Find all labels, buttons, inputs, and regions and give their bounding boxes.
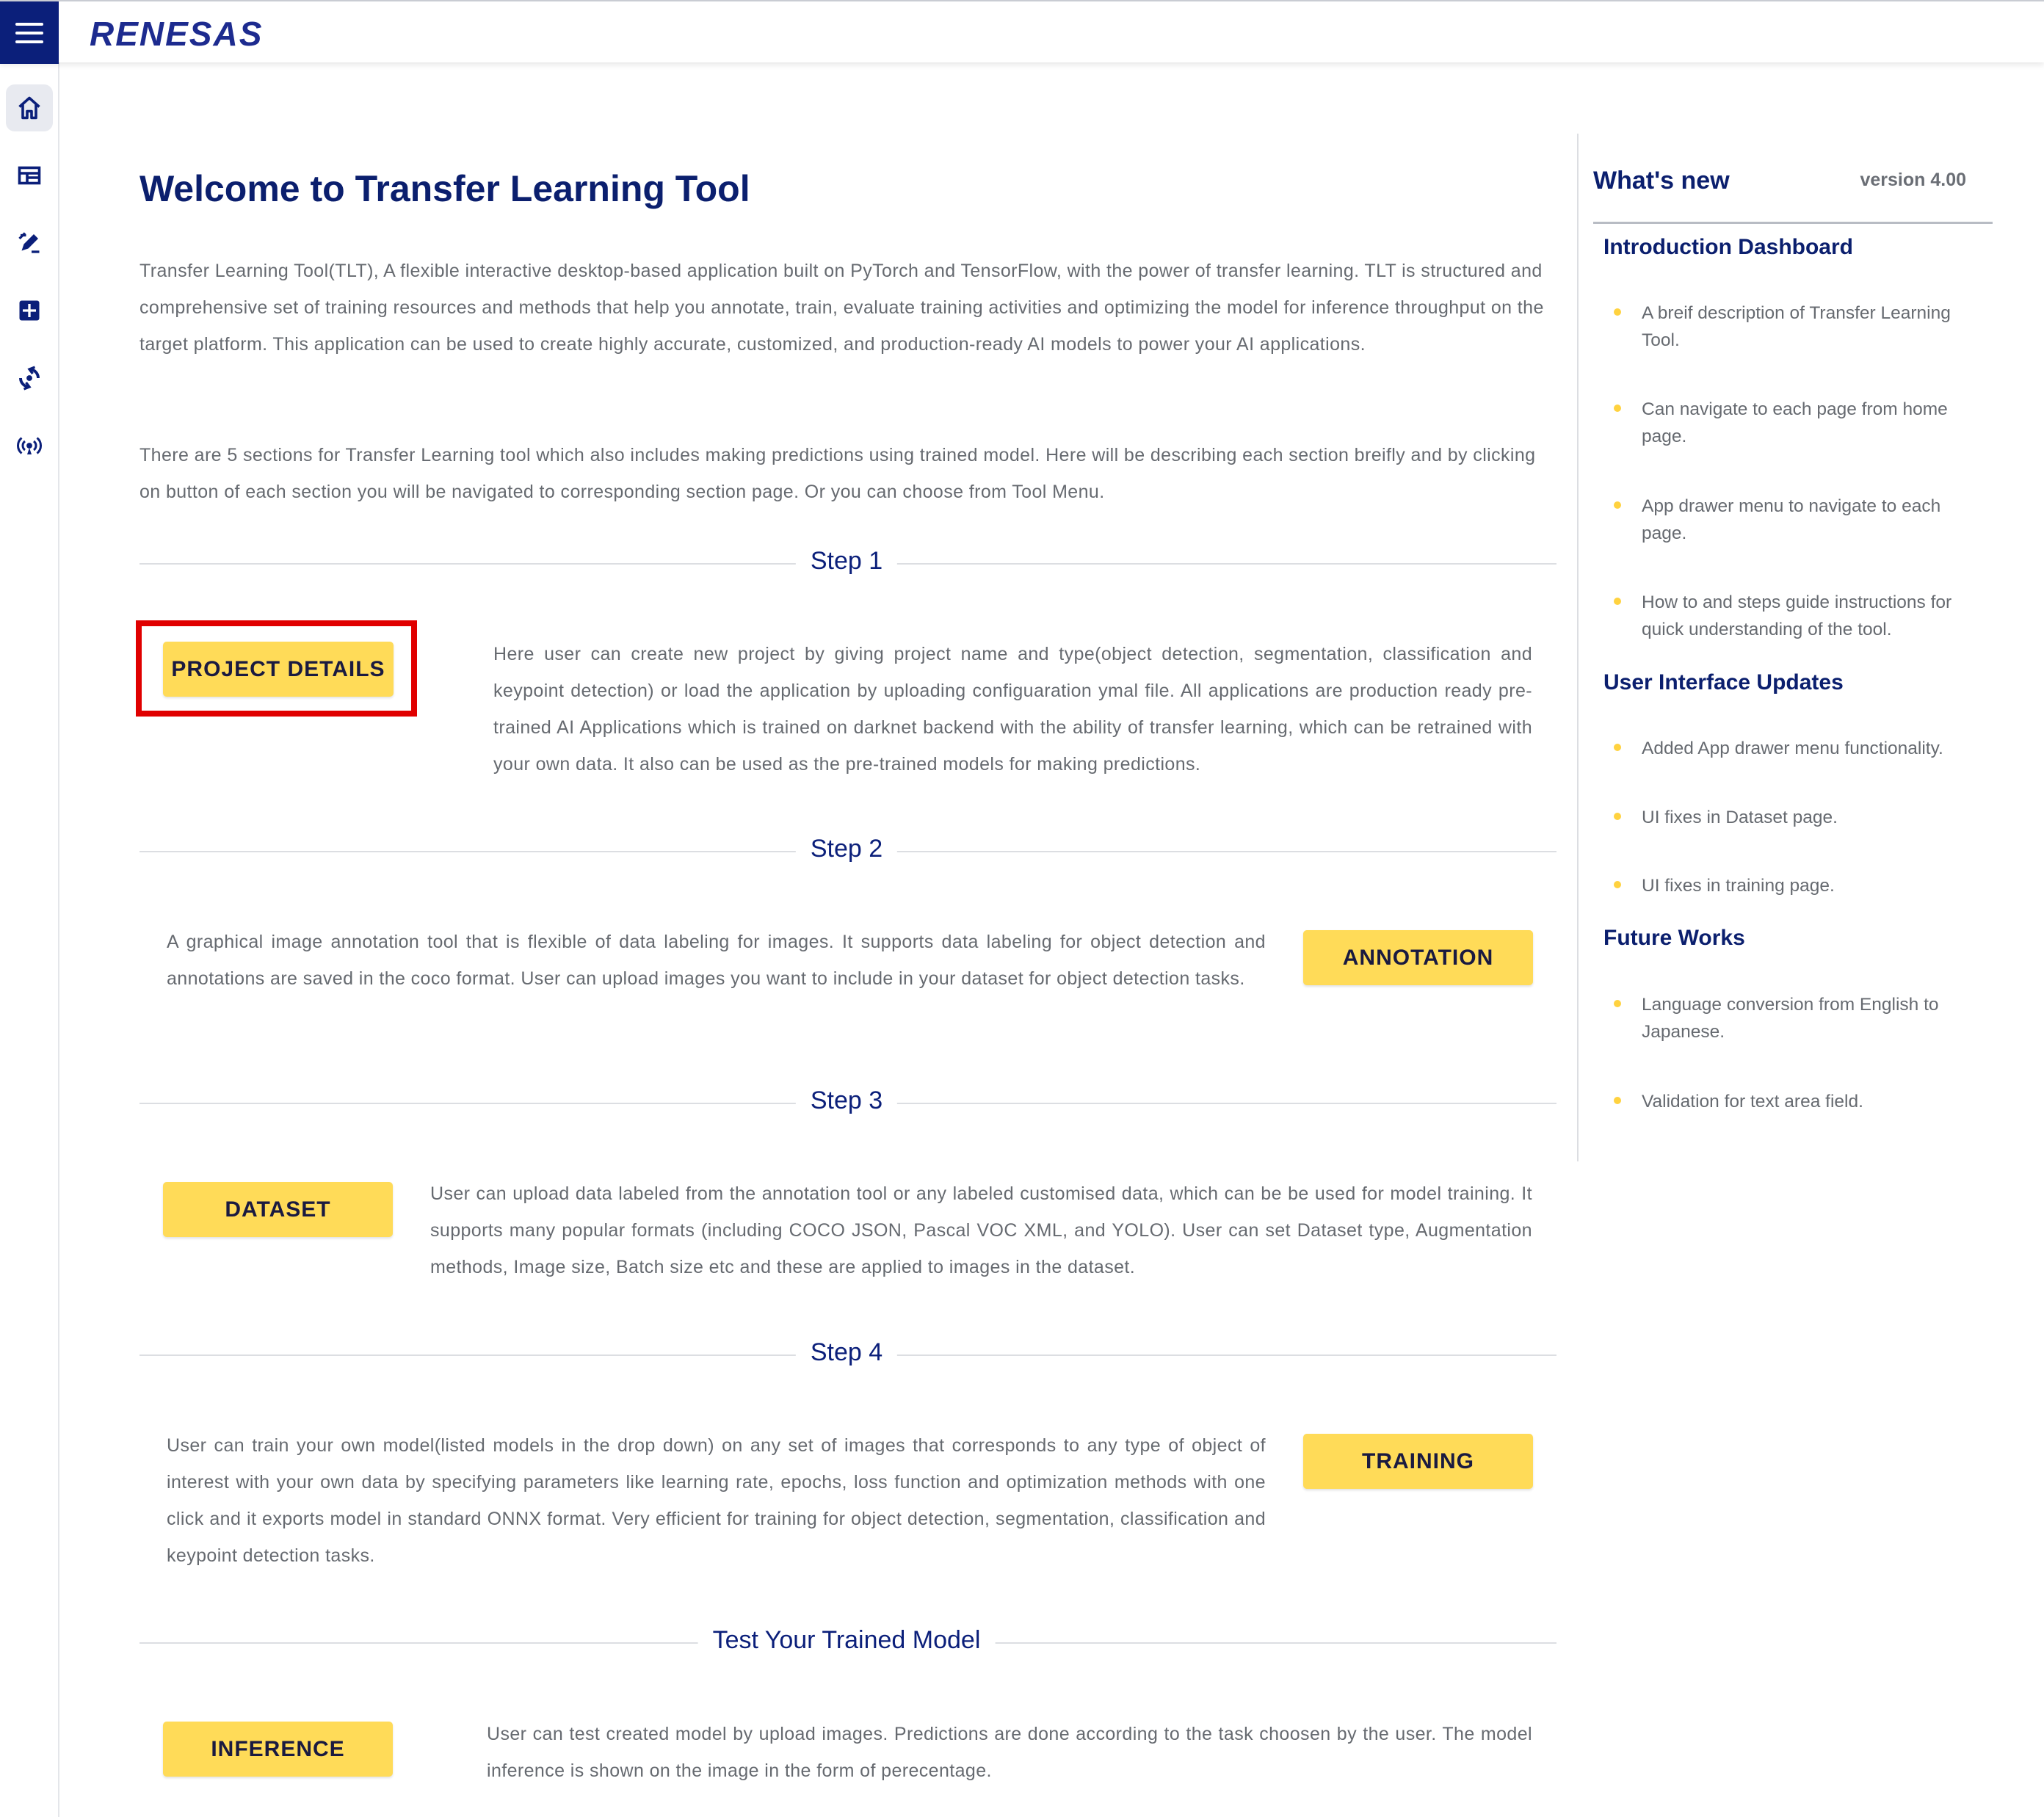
list-item: UI fixes in Dataset page. (1614, 804, 1987, 831)
step-2-description: A graphical image annotation tool that i… (167, 932, 1266, 989)
sidebar-item-dataset[interactable] (6, 287, 53, 334)
section-title-future-works: Future Works (1603, 926, 1745, 950)
list-item: Can navigate to each page from home page… (1614, 396, 1987, 450)
list-item: How to and steps guide instructions for … (1614, 589, 1987, 643)
training-button[interactable]: TRAINING (1303, 1434, 1533, 1489)
whats-new-title: What's new (1593, 167, 1730, 195)
list-item: App drawer menu to navigate to each page… (1614, 493, 1987, 547)
dashboard-icon (18, 166, 41, 185)
list-item: Added App drawer menu functionality. (1614, 735, 1987, 762)
dataset-grid-icon (19, 300, 40, 321)
test-model-label: Test Your Trained Model (697, 1626, 996, 1655)
menu-icon (15, 22, 43, 26)
inference-broadcast-icon (16, 437, 43, 454)
step-3-description: User can upload data labeled from the an… (430, 1183, 1532, 1277)
list-item: A breif description of Transfer Learning… (1614, 300, 1987, 354)
version-label: version 4.00 (1860, 170, 1966, 190)
step-4-description: User can train your own model(listed mod… (167, 1435, 1266, 1566)
page-title: Welcome to Transfer Learning Tool (139, 168, 750, 209)
step-2-label: Step 2 (795, 835, 898, 863)
whats-new-panel: What's new version 4.00 Introduction Das… (1577, 134, 1993, 1161)
step-1-description: Here user can create new project by givi… (493, 644, 1532, 775)
whats-new-header: What's new version 4.00 (1593, 152, 1993, 224)
list-item: UI fixes in training page. (1614, 872, 1987, 899)
intro-paragraph-sections: There are 5 sections for Transfer Learni… (139, 445, 1536, 502)
training-icon (19, 366, 40, 391)
renesas-logo: RENESAS (90, 15, 264, 53)
step-3-label: Step 3 (795, 1087, 898, 1115)
annotation-edit-icon (18, 232, 40, 253)
sidebar-item-inference[interactable] (6, 422, 53, 469)
step-4-label: Step 4 (795, 1338, 898, 1367)
sidebar-item-annotation[interactable] (6, 220, 53, 266)
intro-paragraph: Transfer Learning Tool(TLT), A flexible … (139, 261, 1544, 355)
inference-button[interactable]: INFERENCE (163, 1722, 393, 1777)
hamburger-menu-button[interactable] (0, 1, 59, 64)
step-1-label: Step 1 (795, 547, 898, 576)
dataset-button[interactable]: DATASET (163, 1182, 393, 1237)
home-icon (18, 96, 40, 120)
inference-description: User can test created model by upload im… (487, 1724, 1532, 1781)
section-title-ui-updates: User Interface Updates (1603, 670, 1844, 694)
top-bar: RENESAS (0, 0, 2044, 64)
list-item: Validation for text area field. (1614, 1088, 1987, 1115)
sidebar-item-dashboard[interactable] (6, 152, 53, 199)
list-item: Language conversion from English to Japa… (1614, 991, 1987, 1045)
sidebar-item-training[interactable] (6, 355, 53, 402)
annotation-button[interactable]: ANNOTATION (1303, 930, 1533, 985)
project-details-button[interactable]: PROJECT DETAILS (163, 642, 394, 697)
sidebar-item-home[interactable] (6, 84, 53, 131)
sidebar (0, 62, 59, 1817)
section-title-introduction: Introduction Dashboard (1603, 235, 1853, 259)
